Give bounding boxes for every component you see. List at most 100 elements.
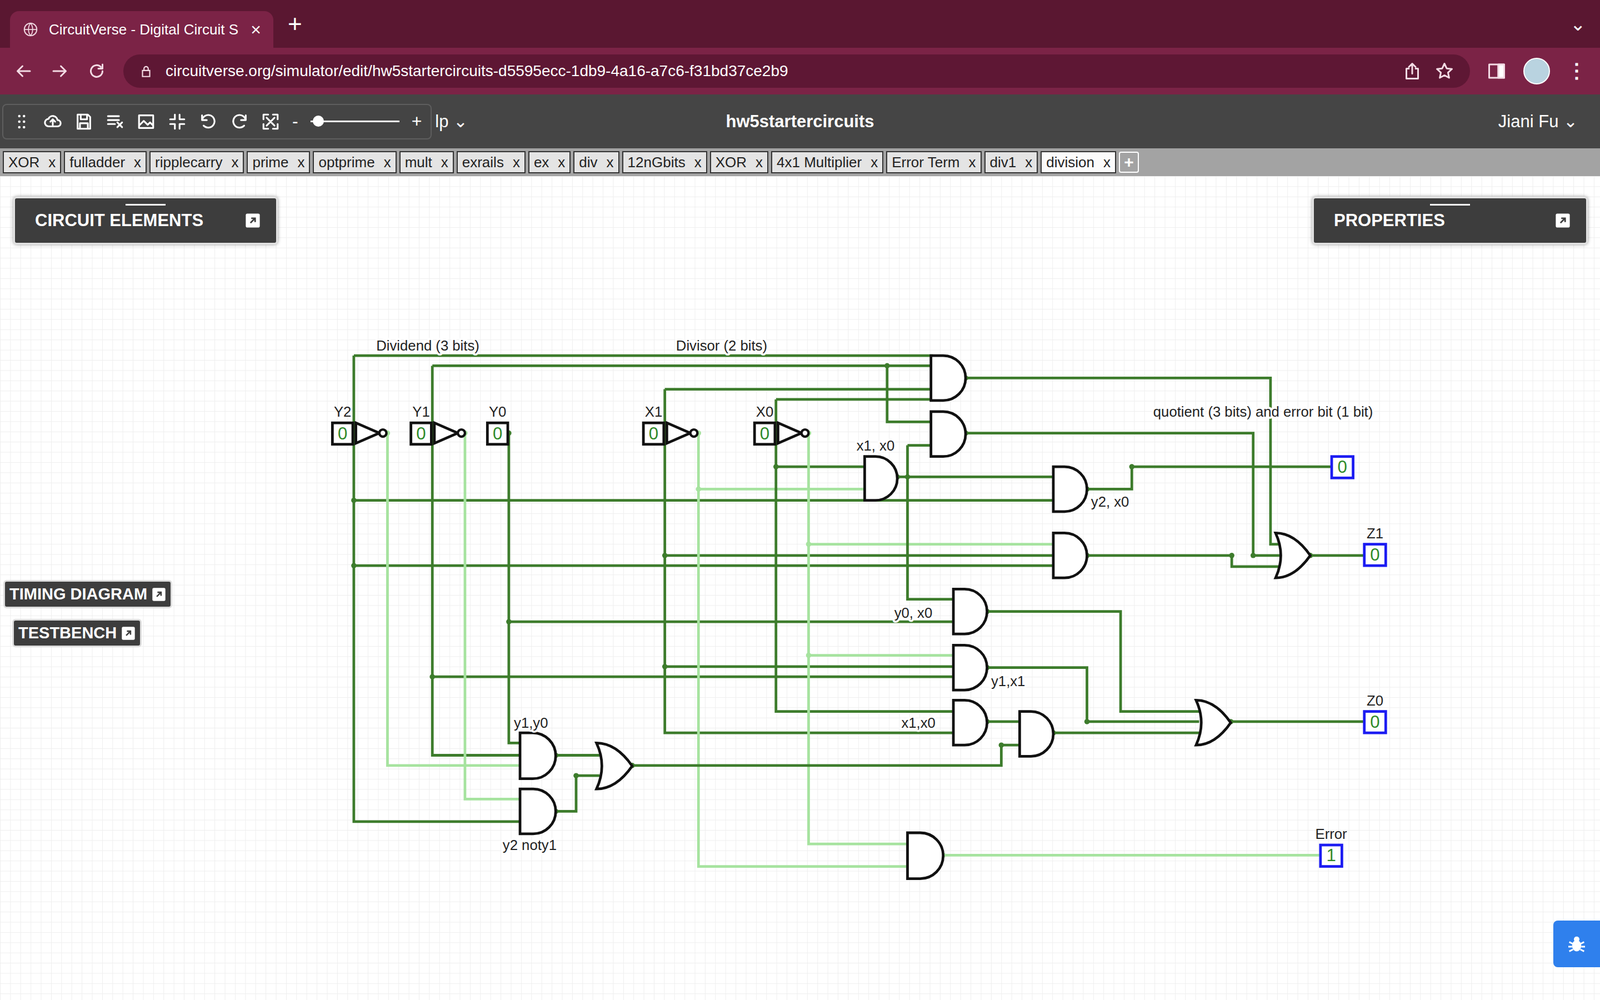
wire[interactable] (1087, 555, 1282, 567)
wire[interactable] (665, 665, 957, 668)
and-gate[interactable] (1053, 466, 1088, 512)
circuit-tab[interactable]: ripplecarryx (149, 151, 244, 174)
circuit-tab[interactable]: primex (246, 151, 310, 174)
report-bug-button[interactable] (1553, 920, 1600, 968)
not-gate[interactable] (777, 422, 802, 444)
back-arrow-icon[interactable] (13, 61, 34, 82)
circuit-tab-close[interactable]: x (694, 153, 702, 172)
fullscreen-icon[interactable] (261, 112, 280, 132)
wire[interactable] (353, 498, 1056, 502)
wire[interactable] (776, 398, 934, 402)
wire-node[interactable] (662, 552, 668, 559)
circuit-tab-close[interactable]: x (557, 153, 565, 172)
wire-node[interactable] (1129, 463, 1135, 470)
or-gate[interactable] (1196, 700, 1231, 745)
output-probe[interactable] (1364, 544, 1387, 567)
user-menu[interactable]: Jiani Fu ⌄ (1498, 111, 1600, 132)
wire[interactable] (508, 433, 523, 744)
wire[interactable] (1230, 720, 1364, 724)
wire[interactable] (665, 553, 1056, 557)
wire[interactable] (907, 443, 934, 447)
star-icon[interactable] (1434, 61, 1455, 82)
wire-node[interactable] (351, 497, 357, 504)
wire[interactable] (555, 753, 600, 757)
clear-icon[interactable] (105, 112, 125, 132)
circuit-tab-close[interactable]: x (1025, 153, 1033, 172)
help-menu[interactable]: lp ⌄ (435, 111, 468, 132)
circuit-diagram[interactable]: Y20Y10Y00X10X000Z10Z00Error1Dividend (3 … (0, 176, 1600, 1000)
image-icon[interactable] (136, 112, 156, 132)
wire[interactable] (1310, 553, 1364, 557)
output-probe[interactable] (1364, 711, 1387, 734)
not-gate[interactable] (356, 422, 380, 444)
circuit-tab-close[interactable]: x (968, 153, 977, 172)
wire[interactable] (697, 433, 911, 867)
and-gate[interactable] (953, 588, 988, 634)
wire[interactable] (907, 445, 957, 600)
wire-node[interactable] (1228, 552, 1235, 559)
circuit-tab[interactable]: divx (573, 151, 619, 174)
and-gate[interactable] (907, 832, 944, 879)
wire[interactable] (987, 611, 1200, 712)
wire[interactable] (776, 399, 957, 712)
circuit-tab[interactable]: Error Termx (886, 151, 982, 174)
and-gate[interactable] (864, 456, 898, 501)
popout-icon[interactable] (1555, 212, 1571, 229)
wire[interactable] (897, 475, 1055, 479)
wire[interactable] (987, 720, 1022, 724)
wire-node[interactable] (806, 652, 812, 659)
circuit-tab[interactable]: divisionx (1040, 151, 1117, 174)
or-gate[interactable] (596, 742, 633, 789)
circuit-tab-close[interactable]: x (606, 153, 614, 172)
simulation-canvas[interactable]: Y20Y10Y00X10X000Z10Z00Error1Dividend (3 … (0, 176, 1600, 1000)
wire[interactable] (808, 542, 1055, 546)
browser-tab[interactable]: CircuitVerse - Digital Circuit S× (10, 11, 274, 48)
wire[interactable] (555, 775, 600, 812)
drag-handle[interactable] (125, 203, 166, 206)
wire-node[interactable] (905, 474, 911, 480)
zoom-slider-knob[interactable] (312, 115, 324, 127)
forward-arrow-icon[interactable] (50, 61, 70, 82)
and-gate[interactable] (1053, 532, 1088, 578)
wire-node[interactable] (429, 673, 435, 680)
wire[interactable] (432, 675, 957, 679)
project-title[interactable]: hw5startercircuits (725, 111, 874, 132)
circuit-tab[interactable]: exx (528, 151, 571, 174)
wire[interactable] (943, 853, 1321, 857)
browser-menu-button[interactable]: ⋮ (1566, 59, 1587, 83)
and-gate[interactable] (520, 732, 556, 779)
output-probe[interactable] (1320, 845, 1343, 867)
wire[interactable] (432, 364, 933, 368)
zoom-slider[interactable] (310, 120, 400, 123)
tab-search-button[interactable]: ⌄ (1570, 12, 1590, 35)
wire[interactable] (353, 354, 934, 358)
wire[interactable] (508, 620, 957, 624)
wire[interactable] (665, 389, 957, 734)
wire-node[interactable] (1250, 552, 1257, 559)
and-gate[interactable] (931, 411, 966, 457)
input-toggle[interactable] (332, 422, 353, 445)
circuit-tab[interactable]: XORx (710, 151, 769, 174)
circuit-elements-panel[interactable]: CIRCUIT ELEMENTS (13, 196, 278, 245)
circuit-tab-close[interactable]: x (755, 153, 763, 172)
output-probe[interactable] (1331, 456, 1354, 479)
wire[interactable] (965, 433, 1281, 556)
wire[interactable] (353, 355, 523, 822)
wire[interactable] (1053, 731, 1199, 735)
circuit-tab[interactable]: multx (399, 151, 454, 174)
wire-node[interactable] (351, 562, 357, 569)
input-toggle[interactable] (643, 422, 664, 445)
circuit-tab-close[interactable]: x (512, 153, 520, 172)
undo-icon[interactable] (198, 112, 218, 132)
input-toggle[interactable] (487, 422, 508, 445)
and-gate[interactable] (953, 645, 988, 690)
wire[interactable] (665, 387, 934, 391)
lock-icon[interactable] (138, 63, 154, 79)
drag-handle[interactable] (1430, 203, 1470, 206)
popout-icon[interactable] (245, 212, 261, 229)
wire[interactable] (698, 487, 867, 491)
wire[interactable] (353, 564, 1056, 568)
url-field[interactable]: circuitverse.org/simulator/edit/hw5start… (123, 54, 1470, 88)
circuit-tab-close[interactable]: x (870, 153, 878, 172)
side-panel-icon[interactable] (1486, 61, 1507, 82)
